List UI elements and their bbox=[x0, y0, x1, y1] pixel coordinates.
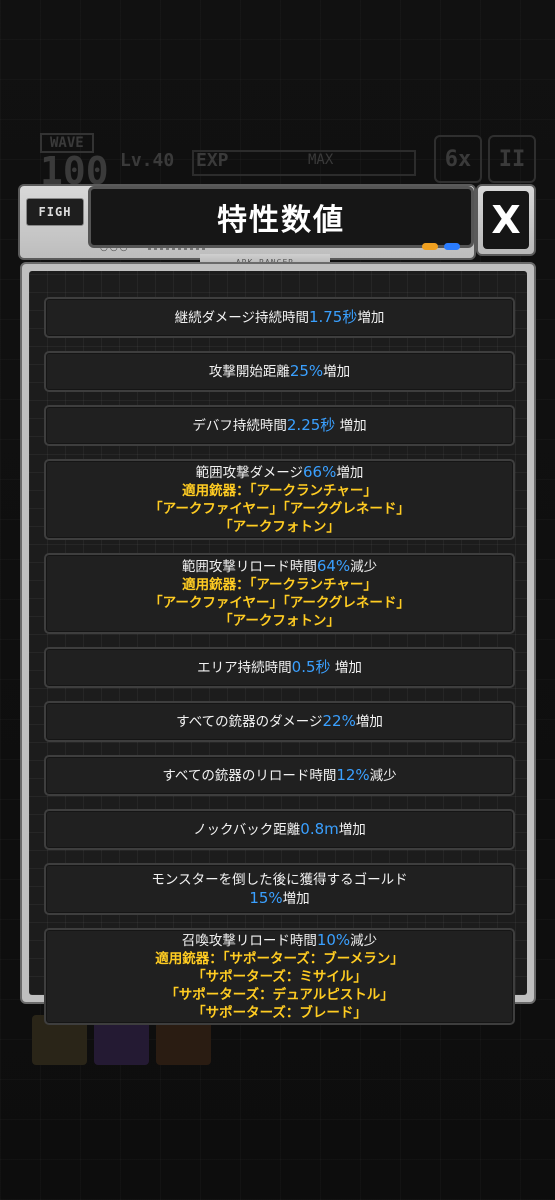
stat-effect: 減少 bbox=[350, 933, 378, 949]
orange-led bbox=[422, 243, 438, 250]
stat-description: ノックバック距離0.8m増加 bbox=[46, 820, 513, 839]
stat-item: 範囲攻撃リロード時間64%減少 適用銃器：「アークランチャー」 「アークファイヤー」… bbox=[44, 553, 515, 634]
stat-value: 64% bbox=[316, 557, 351, 575]
stat-label: 攻撃開始距離 bbox=[208, 364, 290, 380]
speed-button: 6x bbox=[434, 135, 482, 183]
stat-effect: 増加 bbox=[338, 822, 366, 838]
stat-value: 0.5秒 bbox=[291, 658, 331, 676]
stat-value: 25% bbox=[289, 362, 324, 380]
stat-effect: 減少 bbox=[350, 559, 378, 575]
close-icon[interactable]: X bbox=[483, 191, 529, 249]
stat-item: 範囲攻撃ダメージ66%増加 適用銃器：「アークランチャー」 「アークファイヤー」「ア… bbox=[44, 459, 515, 540]
stat-value: 10% bbox=[316, 931, 351, 949]
stat-description: 召喚攻撃リロード時間10%減少 bbox=[46, 931, 513, 950]
stat-item: すべての銃器のダメージ22%増加 bbox=[44, 701, 515, 742]
applicable-weapons: 適用銃器：「サポーターズ：ブーメラン」 bbox=[155, 951, 404, 967]
stat-value-line: 15%増加 bbox=[46, 889, 513, 908]
applicable-weapons: 「サポーターズ：ミサイル」 bbox=[192, 969, 367, 985]
exp-label: EXP bbox=[196, 150, 229, 171]
page-title: 特性数値 bbox=[217, 203, 345, 238]
stat-label: 範囲攻撃ダメージ bbox=[195, 465, 303, 481]
stat-item: 攻撃開始距離25%増加 bbox=[44, 351, 515, 392]
stat-effect: 増加 bbox=[282, 890, 310, 907]
stat-effect: 減少 bbox=[369, 768, 397, 784]
stat-item: モンスターを倒した後に獲得するゴールド 15%増加 bbox=[44, 863, 515, 915]
stats-panel: 継続ダメージ持続時間1.75秒増加 攻撃開始距離25%増加 デバフ持続時間2.25秒… bbox=[20, 262, 536, 1025]
stat-value: 12% bbox=[336, 766, 370, 784]
stat-item: ノックバック距離0.8m増加 bbox=[44, 809, 515, 850]
stat-item: 継続ダメージ持続時間1.75秒増加 bbox=[44, 297, 515, 338]
stat-item: エリア持続時間0.5秒 増加 bbox=[44, 647, 515, 688]
stat-label: 範囲攻撃リロード時間 bbox=[181, 559, 317, 575]
exp-max-label: MAX bbox=[308, 152, 334, 168]
stat-description: デバフ持続時間2.25秒 増加 bbox=[46, 416, 513, 435]
stat-label: すべての銃器のリロード時間 bbox=[162, 768, 337, 784]
title-box: 特性数値 bbox=[88, 186, 474, 248]
stat-effect: 増加 bbox=[335, 418, 367, 434]
stat-effect: 増加 bbox=[330, 660, 362, 676]
applicable-weapons: 「サポーターズ：デュアルピストル」 bbox=[165, 987, 394, 1003]
stat-description: すべての銃器のダメージ22%増加 bbox=[46, 712, 513, 731]
stat-description: 範囲攻撃リロード時間64%減少 bbox=[46, 557, 513, 576]
level-label: Lv.40 bbox=[120, 150, 175, 171]
stat-value: 22% bbox=[322, 712, 356, 730]
applicable-weapons: 「アークフォトン」 bbox=[219, 613, 340, 629]
fight-tag: FIGH bbox=[26, 198, 84, 226]
applicable-weapons: 「アークフォトン」 bbox=[219, 519, 340, 535]
stat-label: 召喚攻撃リロード時間 bbox=[181, 933, 317, 949]
stat-item: すべての銃器のリロード時間12%減少 bbox=[44, 755, 515, 796]
stat-description: 継続ダメージ持続時間1.75秒増加 bbox=[46, 308, 513, 327]
stat-label: ノックバック距離 bbox=[193, 822, 301, 838]
stat-label: デバフ持続時間 bbox=[192, 418, 287, 434]
stat-label: エリア持続時間 bbox=[197, 660, 292, 676]
stat-value: 0.8m bbox=[300, 820, 339, 838]
stat-value: 15% bbox=[249, 888, 283, 907]
stat-label: 継続ダメージ持続時間 bbox=[174, 310, 309, 326]
applicable-weapons: 「アークファイヤー」「アークグレネード」 bbox=[149, 595, 410, 611]
applicable-weapons: 「アークファイヤー」「アークグレネード」 bbox=[149, 501, 410, 517]
stat-item: 召喚攻撃リロード時間10%減少 適用銃器：「サポーターズ：ブーメラン」 「サポーター… bbox=[44, 928, 515, 1025]
stats-list: 継続ダメージ持続時間1.75秒増加 攻撃開始距離25%増加 デバフ持続時間2.25秒… bbox=[44, 297, 515, 1038]
applicable-weapons: 「サポーターズ：ブレード」 bbox=[192, 1005, 367, 1021]
stat-label: モンスターを倒した後に獲得するゴールド bbox=[151, 871, 408, 888]
stat-item: デバフ持続時間2.25秒 増加 bbox=[44, 405, 515, 446]
applicable-weapons: 適用銃器：「アークランチャー」 bbox=[182, 483, 377, 499]
stat-effect: 増加 bbox=[355, 714, 383, 730]
blue-led bbox=[444, 243, 460, 250]
stat-value: 1.75秒 bbox=[308, 308, 358, 326]
stat-effect: 増加 bbox=[323, 364, 351, 380]
stat-description: 範囲攻撃ダメージ66%増加 bbox=[46, 463, 513, 482]
pause-button: II bbox=[488, 135, 536, 183]
close-button[interactable]: X bbox=[476, 184, 536, 256]
stats-panel-inner: 継続ダメージ持続時間1.75秒増加 攻撃開始距離25%増加 デバフ持続時間2.25秒… bbox=[29, 271, 527, 1025]
stat-description: すべての銃器のリロード時間12%減少 bbox=[46, 766, 513, 785]
stat-value: 2.25秒 bbox=[286, 416, 336, 434]
wave-indicator: WAVE 100 bbox=[40, 132, 120, 190]
stat-label: すべての銃器のダメージ bbox=[176, 714, 323, 730]
stat-effect: 増加 bbox=[336, 465, 364, 481]
stat-description: 攻撃開始距離25%増加 bbox=[46, 362, 513, 381]
stat-value: 66% bbox=[302, 463, 337, 481]
stat-effect: 増加 bbox=[357, 310, 385, 326]
stat-description: モンスターを倒した後に獲得するゴールド bbox=[46, 871, 513, 889]
stat-description: エリア持続時間0.5秒 増加 bbox=[46, 658, 513, 677]
applicable-weapons: 適用銃器：「アークランチャー」 bbox=[182, 577, 377, 593]
